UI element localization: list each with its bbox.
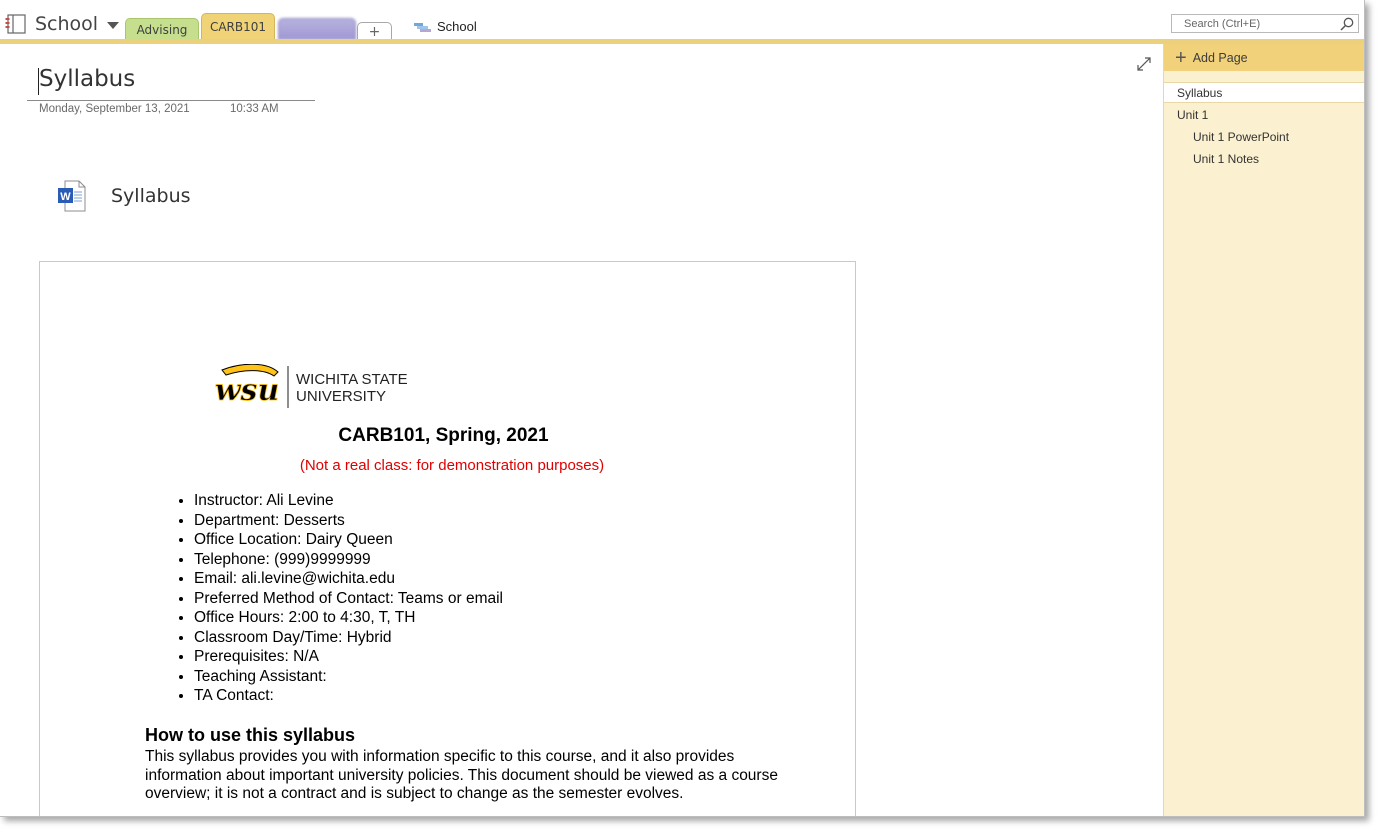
search-box[interactable]: Search (Ctrl+E) xyxy=(1171,14,1359,33)
logo-line-2: UNIVERSITY xyxy=(296,388,386,405)
tab-label: Advising xyxy=(136,22,188,37)
section-color-bar xyxy=(0,39,1364,44)
list-item: Department: Desserts xyxy=(194,511,503,531)
logo-mark: wsu xyxy=(215,373,280,408)
page-item-label: Unit 1 xyxy=(1177,107,1209,122)
tab-label: CARB101 xyxy=(209,20,267,34)
page-date: Monday, September 13, 2021 xyxy=(39,103,190,115)
list-item: Prerequisites: N/A xyxy=(194,647,503,667)
section-group-label: School xyxy=(437,19,477,34)
document-subtitle: (Not a real class: for demonstration pur… xyxy=(299,457,605,474)
add-page-button[interactable]: + Add Page xyxy=(1164,44,1364,71)
section-group-icon xyxy=(414,22,431,32)
section-heading: How to use this syllabus xyxy=(145,725,356,745)
page-time: 10:33 AM xyxy=(230,103,279,115)
expand-icon[interactable] xyxy=(1136,56,1152,72)
tab-redacted[interactable] xyxy=(278,18,356,40)
page-item-label: Unit 1 Notes xyxy=(1193,151,1260,166)
list-item: Instructor: Ali Levine xyxy=(194,491,503,511)
page-item-syllabus[interactable]: Syllabus xyxy=(1164,82,1364,103)
search-placeholder: Search (Ctrl+E) xyxy=(1184,17,1261,30)
word-file-icon: W xyxy=(58,180,86,212)
add-section-button[interactable]: + xyxy=(357,22,392,40)
course-info-list: Instructor: Ali Levine Department: Desse… xyxy=(170,491,503,706)
chevron-down-icon xyxy=(107,22,120,29)
page-title-field[interactable]: Syllabus xyxy=(27,66,315,101)
list-item: Teaching Assistant: xyxy=(194,667,503,687)
tab-carb101[interactable]: CARB101 xyxy=(201,13,275,40)
university-logo: wsu WICHITA STATE UNIVERSITY xyxy=(214,364,408,408)
document-title: CARB101, Spring, 2021 xyxy=(338,425,549,446)
list-item: Telephone: (999)9999999 xyxy=(194,550,503,570)
list-item: Office Location: Dairy Queen xyxy=(194,530,503,550)
list-item: Office Hours: 2:00 to 4:30, T, TH xyxy=(194,608,503,628)
list-item: TA Contact: xyxy=(194,686,503,706)
search-icon[interactable] xyxy=(1340,17,1354,31)
page-title: Syllabus xyxy=(39,66,136,92)
page-item-unit-1[interactable]: Unit 1 xyxy=(1164,104,1364,125)
list-item: Email: ali.levine@wichita.edu xyxy=(194,569,503,589)
page-item-unit-1-notes[interactable]: Unit 1 Notes xyxy=(1164,148,1364,169)
notebook-name: School xyxy=(35,13,99,35)
logo-line-1: WICHITA STATE xyxy=(296,371,408,388)
plus-icon: + xyxy=(368,23,381,40)
page-item-unit-1-powerpoint[interactable]: Unit 1 PowerPoint xyxy=(1164,126,1364,147)
top-bar: School Advising CARB101 + School Search … xyxy=(0,0,1364,40)
list-item: Preferred Method of Contact: Teams or em… xyxy=(194,589,503,609)
onenote-window: School Advising CARB101 + School Search … xyxy=(0,0,1365,817)
page-item-label: Syllabus xyxy=(1177,85,1223,100)
section-paragraph: This syllabus provides you with informat… xyxy=(145,748,778,803)
add-page-label: Add Page xyxy=(1192,50,1248,65)
file-printout: wsu WICHITA STATE UNIVERSITY CARB101, Sp… xyxy=(39,261,856,816)
page-list-pane: + Add Page Syllabus Unit 1 Unit 1 PowerP… xyxy=(1163,44,1364,816)
notebook-icon xyxy=(5,14,26,34)
page-item-label: Unit 1 PowerPoint xyxy=(1193,129,1290,144)
attachment-name: Syllabus xyxy=(111,185,191,207)
section-group-link[interactable]: School xyxy=(414,19,477,34)
list-item: Classroom Day/Time: Hybrid xyxy=(194,628,503,648)
tab-advising[interactable]: Advising xyxy=(125,18,199,40)
plus-icon: + xyxy=(1175,46,1187,69)
file-attachment[interactable]: W Syllabus xyxy=(57,180,191,212)
svg-text:W: W xyxy=(60,191,71,203)
notebook-selector[interactable]: School xyxy=(5,11,120,37)
